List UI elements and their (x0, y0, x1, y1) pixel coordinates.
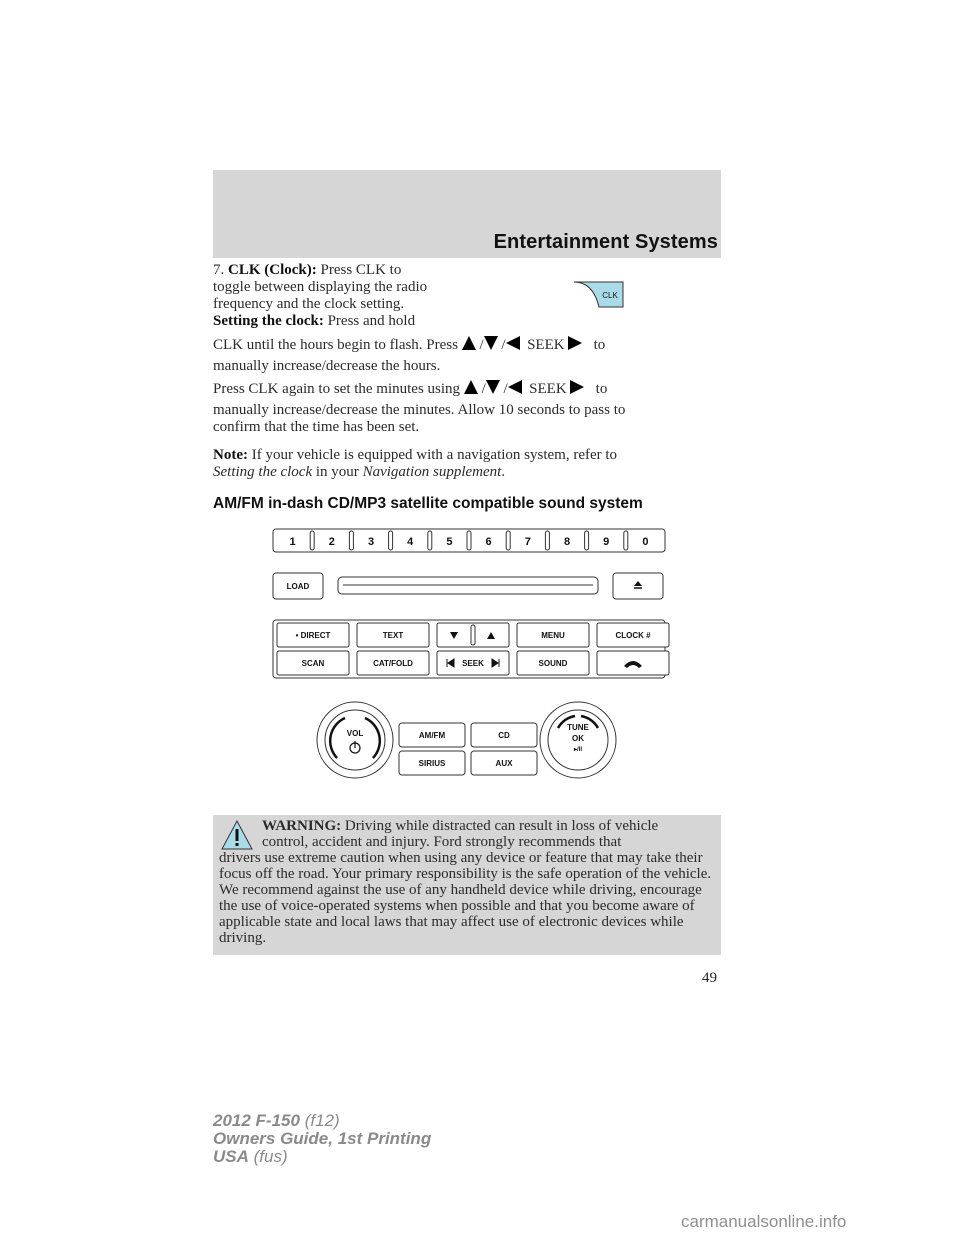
upper-button-label: CLOCK # (615, 631, 651, 640)
seek-right-arrow-icon (568, 336, 583, 350)
radio-faceplate-diagram: 1 2 3 4 5 6 7 8 9 0 LOAD • DIRECT TEXT MENU CLOCK # S… (272, 528, 670, 779)
preset-divider (505, 530, 511, 551)
item-text: toggle between displaying the radio (213, 279, 428, 295)
item-number: 7. (213, 262, 225, 278)
preset-label: 0 (642, 536, 648, 548)
warning-line: control, accident and injury. Ford stron… (262, 834, 622, 850)
volume-knob[interactable]: VOL (316, 701, 394, 779)
warning-label: WARNING: (262, 818, 342, 834)
clk-icon-label: CLK (602, 291, 618, 300)
source-button-label: AUX (496, 759, 514, 768)
watermark: carmanualsonline.info (681, 1212, 847, 1231)
page-number: 49 (702, 970, 717, 986)
preset-label: 4 (407, 536, 414, 548)
clk-description: 7. CLK (Clock): Press CLK to toggle betw… (213, 262, 473, 313)
item-label: CLK (Clock): (228, 262, 317, 278)
minutes-instruction-cont: manually increase/decrease the minutes. … (213, 402, 625, 436)
clk-button-icon: CLK (573, 281, 624, 308)
preset-label: 6 (486, 536, 492, 548)
seek-label: SEEK (529, 381, 567, 397)
item-text: frequency and the clock setting. (213, 296, 405, 312)
lower-button-label: SOUND (539, 659, 568, 668)
footer-region: USA (213, 1147, 249, 1166)
tune-label: TUNE (567, 723, 589, 732)
warning-line: Driving while distracted can result in l… (344, 818, 659, 834)
preset-divider (309, 530, 315, 551)
down-arrow-icon (483, 336, 498, 350)
lower-button-label: CAT/FOLD (373, 659, 413, 668)
preset-label: 9 (603, 536, 609, 548)
preset-divider (584, 530, 590, 551)
seek-left-arrow-icon (505, 336, 520, 350)
instruction-text: manually increase/decrease the minutes. … (213, 402, 626, 418)
section-header-band: Entertainment Systems (213, 170, 721, 258)
footer-guide: Owners Guide, 1st Printing (213, 1129, 432, 1148)
tune-knob[interactable]: TUNE OK ▸/II (539, 701, 617, 779)
instruction-text: confirm that the time has been set. (213, 419, 420, 435)
note-reference: Navigation supplement (362, 464, 502, 480)
to-word: to (593, 337, 606, 353)
note-label: Note: (213, 447, 248, 463)
preset-divider (348, 530, 354, 551)
setting-label: Setting the clock: (213, 313, 324, 329)
to-word: to (595, 381, 608, 397)
note-text: in your (315, 464, 359, 480)
warning-box: WARNING: Driving while distracted can re… (213, 815, 721, 955)
instruction-text: CLK until the hours begin to flash. Pres… (213, 337, 458, 353)
minutes-instruction: Press CLK again to set the minutes using… (213, 380, 607, 398)
preset-label: 8 (564, 536, 570, 548)
footer-region-code: (fus) (253, 1147, 288, 1166)
preset-label: 7 (525, 536, 531, 548)
preset-label: 1 (290, 536, 296, 548)
preset-divider (466, 530, 472, 551)
load-button-label: LOAD (287, 582, 310, 591)
source-button-label: AM/FM (419, 731, 446, 740)
seek-left-arrow-icon (507, 380, 522, 394)
source-button-label: CD (498, 731, 510, 740)
upper-button-label: TEXT (383, 631, 404, 640)
down-arrow-icon (485, 380, 500, 394)
note-text: . (501, 464, 506, 480)
upper-button-label: MENU (541, 631, 565, 640)
item-text: Press CLK to (320, 262, 402, 278)
play-pause-label: ▸/II (573, 747, 582, 753)
section-title: Entertainment Systems (493, 231, 718, 253)
note-reference: Setting the clock (213, 464, 313, 480)
up-arrow-icon (463, 380, 478, 394)
footer-model: 2012 F-150 (213, 1111, 300, 1130)
preset-divider (623, 530, 629, 551)
up-arrow-icon (461, 336, 476, 350)
ok-label: OK (572, 734, 584, 743)
navigation-note: Note: If your vehicle is equipped with a… (213, 447, 617, 481)
instruction-text: manually increase/decrease the hours. (213, 358, 441, 374)
sound-system-heading: AM/FM in-dash CD/MP3 satellite compatibl… (213, 495, 643, 512)
preset-label: 5 (446, 536, 452, 548)
hours-instruction: CLK until the hours begin to flash. Pres… (213, 336, 605, 354)
warning-text: WARNING: Driving while distracted can re… (219, 818, 719, 946)
lower-button-label: SEEK (462, 659, 484, 668)
vol-label: VOL (347, 729, 364, 738)
seek-label: SEEK (527, 337, 565, 353)
lower-button-label: SCAN (302, 659, 325, 668)
instruction-text: Press CLK again to set the minutes using (213, 381, 461, 397)
seek-right-arrow-icon (570, 380, 585, 394)
hours-instruction-cont: manually increase/decrease the hours. (213, 358, 440, 375)
preset-divider (544, 530, 550, 551)
preset-divider (388, 530, 394, 551)
setting-the-clock-heading: Setting the clock: Press and hold (213, 313, 415, 330)
warning-body: drivers use extreme caution when using a… (219, 850, 712, 946)
preset-label: 2 (329, 536, 335, 548)
preset-divider (427, 530, 433, 551)
arrow-divider (470, 624, 476, 646)
setting-text: Press and hold (327, 313, 416, 329)
note-text: If your vehicle is equipped with a navig… (251, 447, 618, 463)
footer-code: (f12) (304, 1111, 340, 1130)
upper-button-label: • DIRECT (296, 631, 331, 640)
source-button-label: SIRIUS (419, 759, 446, 768)
preset-label: 3 (368, 536, 374, 548)
document-footer: 2012 F-150 (f12) Owners Guide, 1st Print… (213, 1112, 431, 1166)
